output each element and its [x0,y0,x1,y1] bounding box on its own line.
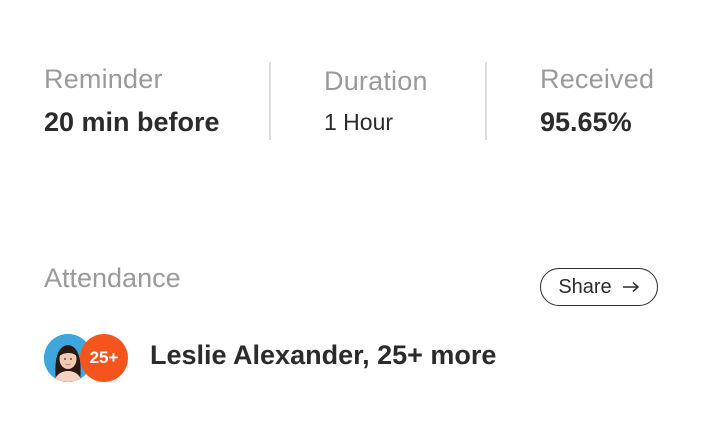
reminder-stat: Reminder 20 min before [44,64,220,138]
duration-stat: Duration 1 Hour [324,66,428,136]
attendee-avatars[interactable]: 25+ [44,334,134,382]
share-button-label: Share [558,275,612,298]
duration-value: 1 Hour [324,109,394,135]
reminder-value: 20 min before [44,107,220,137]
received-stat: Received 95.65% [540,64,654,138]
reminder-label: Reminder [44,64,163,94]
received-value: 95.65% [540,107,632,137]
received-label: Received [540,64,655,94]
divider [269,62,271,140]
attendees-summary: Leslie Alexander, 25+ more [150,340,497,370]
divider [485,62,487,140]
attendance-title: Attendance [44,263,181,293]
arrow-right-icon [622,281,640,293]
more-attendees-badge: 25+ [80,334,128,382]
duration-label: Duration [324,66,428,96]
share-button[interactable]: Share [540,268,658,306]
